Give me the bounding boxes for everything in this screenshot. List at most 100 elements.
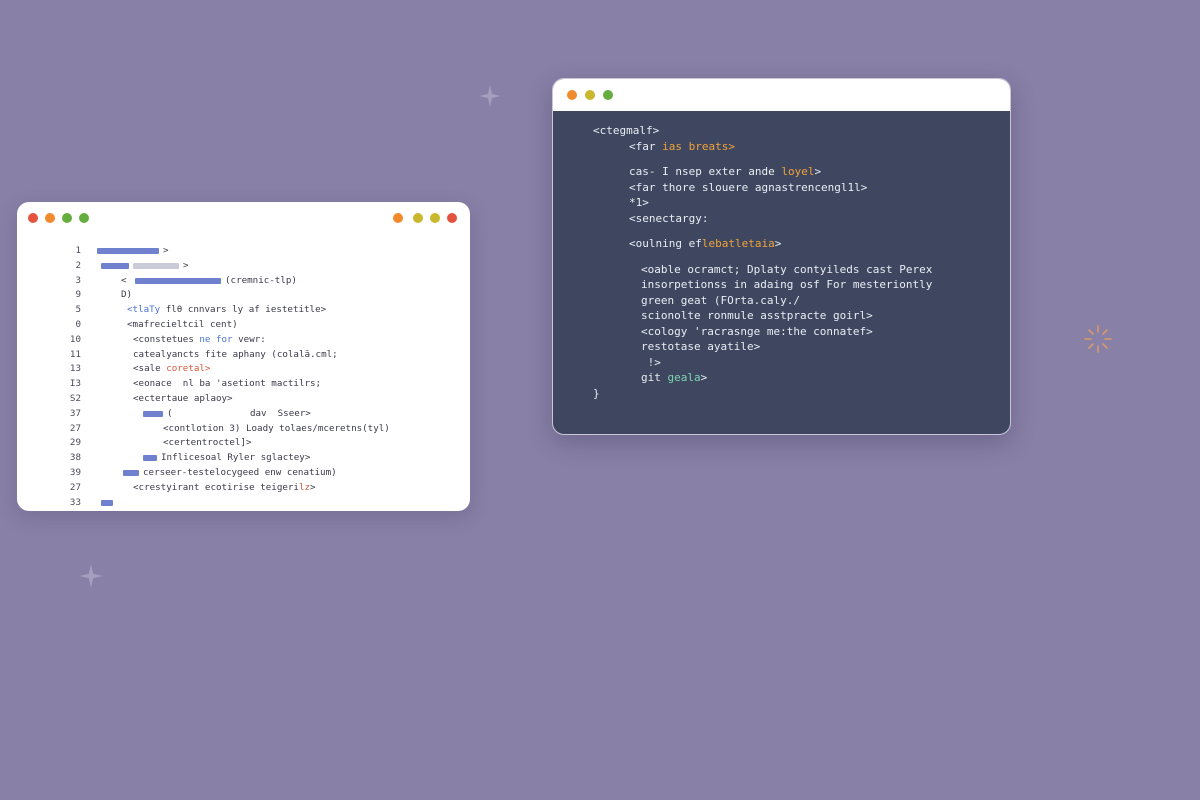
code-token: > [700, 371, 708, 384]
extra-dot-icon[interactable] [79, 213, 89, 223]
code-line: cas- I nsep exter ande loyel> [553, 164, 1010, 180]
redacted-code-bar [135, 277, 221, 284]
settings-badge-icon[interactable] [393, 213, 403, 223]
code-token: > [310, 481, 316, 493]
light-code-window: 1 >2 >3 < (cremnic-tlp) 9 D) 5 <tlaTy flθ cnnvar… [17, 202, 470, 511]
line-number: 13 [69, 363, 81, 375]
code-token-highlight: ygeed [231, 466, 260, 478]
code-token: scionolte ronmule asstpracte goirl> [641, 309, 873, 322]
code-text: (cremnic-tlp) [225, 274, 297, 289]
code-token: D) [121, 289, 133, 301]
code-token: git [641, 371, 668, 384]
code-text: > [163, 244, 169, 259]
code-token: ef [688, 237, 702, 250]
code-line: <far ias breats> [553, 139, 1010, 155]
code-token-highlight: ias breats> [662, 139, 735, 153]
line-number: 27 [69, 481, 81, 493]
code-token-highlight: lz [298, 481, 311, 493]
yellow-dot-icon[interactable] [430, 213, 440, 223]
line-number: S2 [69, 392, 81, 404]
code-line: 38 Inflicesoal Ryler sglactey> [17, 451, 470, 466]
code-token: (cremnic-tlp) [225, 274, 297, 286]
code-token: <mafrecieltcil cent) [127, 318, 238, 330]
code-token: insorpetionss in adaing osf For mesterio… [641, 278, 933, 291]
code-token: < [121, 274, 127, 286]
code-token: !> [641, 355, 661, 369]
code-line: <senectargy: [553, 211, 1010, 227]
code-text: <sale coretal> [133, 362, 210, 377]
code-line: 10 <constetues ne for vewr: [17, 333, 470, 348]
code-line: scionolte ronmule asstpracte goirl> [553, 308, 1010, 324]
dark-window-titlebar [553, 79, 1010, 111]
red-dot-icon[interactable] [447, 213, 457, 223]
code-token: cerseer-testeloc [143, 466, 232, 478]
code-line: 33 [17, 496, 470, 511]
code-token: vewr: [232, 333, 266, 345]
code-line: 0 <mafrecieltcil cent) [17, 318, 470, 333]
redacted-code-bar [143, 455, 157, 462]
code-token: <certentroctel]> [163, 437, 252, 449]
sparkle-icon [79, 564, 103, 588]
code-token: <contlotion 3) Loady tolaes/mceretns(tyl… [163, 422, 390, 434]
code-line: insorpetionss in adaing osf For mesterio… [553, 277, 1010, 293]
code-line: 27 <crestyirant ecotirise teigerilz> [17, 481, 470, 496]
code-line: 5 <tlaTy flθ cnnvars ly af iestetitle> [17, 303, 470, 318]
code-text: > [183, 259, 189, 274]
close-dot-icon[interactable] [28, 213, 38, 223]
code-line: <cology 'racrasnge me:the connatef> [553, 324, 1010, 340]
code-token: catealyancts fite aphany (colalā.cml; [133, 348, 338, 360]
code-token-highlight: flθ cnnvars ly af iestetitle> [160, 304, 327, 316]
code-line: 13 <sale coretal> [17, 362, 470, 377]
code-token: <crestyirant ecotirise teigeri [133, 481, 299, 493]
maximize-dot-icon[interactable] [603, 90, 613, 100]
yellow-dot-icon[interactable] [413, 213, 423, 223]
code-text: <contlotion 3) Loady tolaes/mceretns(tyl… [163, 422, 390, 437]
close-dot-icon[interactable] [567, 90, 577, 100]
light-code-body: 1 >2 >3 < (cremnic-tlp) 9 D) 5 <tlaTy flθ cnnvar… [17, 244, 470, 510]
line-number: 9 [75, 289, 81, 301]
code-line: restotase ayatile> [553, 339, 1010, 355]
code-text: <constetues ne for vewr: [133, 333, 266, 348]
code-text: <tlaTy flθ cnnvars ly af iestetitle> [127, 303, 326, 318]
code-token: > [183, 259, 189, 271]
code-line: I3 <eonace nl ba 'asetiont mactilrs; [17, 377, 470, 392]
line-number: 27 [69, 422, 81, 434]
code-text: <eonace nl ba 'asetiont mactilrs; [133, 377, 321, 392]
dark-code-body: <ctegmalf> <far ias breats> cas- I nsep ex… [553, 123, 1010, 401]
line-number: 5 [75, 304, 81, 316]
code-token-highlight: lebatletaia [701, 237, 775, 250]
code-token: <tlaTy [127, 304, 161, 316]
code-line: 9 D) [17, 288, 470, 303]
code-token: <oulning [629, 237, 689, 250]
code-text: catealyancts fite aphany (colalā.cml; [133, 348, 338, 363]
redacted-code-bar [133, 262, 179, 269]
code-text: <certentroctel]> [163, 436, 252, 451]
code-text: cerseer-testelocygeed enw cenatium) [143, 466, 337, 481]
code-line: 37 ( dav Sseer> [17, 407, 470, 422]
code-token: cas- I nsep exter ande [629, 165, 782, 178]
line-number: I3 [69, 378, 81, 390]
code-text: <ectertaue aplaoy> [133, 392, 233, 407]
code-text: D) [121, 288, 132, 303]
minimize-dot-icon[interactable] [45, 213, 55, 223]
code-token: <ctegmalf> [593, 124, 660, 137]
code-token: restotase ayatile> [641, 340, 761, 353]
minimize-dot-icon[interactable] [585, 90, 595, 100]
code-line: 3 < (cremnic-tlp) [17, 274, 470, 289]
code-line: 39 cerseer-testelocygeed enw cenatium) [17, 466, 470, 481]
code-text: Inflicesoal Ryler sglactey> [161, 451, 310, 466]
maximize-dot-icon[interactable] [62, 213, 72, 223]
code-token: enw cenatium) [259, 466, 337, 478]
burst-icon [1084, 325, 1112, 353]
code-token-highlight: loyel [781, 165, 815, 178]
code-line: 2 > [17, 259, 470, 274]
redacted-code-bar [123, 469, 139, 476]
code-text: <crestyirant ecotirise teigerilz> [133, 481, 316, 496]
code-token-highlight: ne for [193, 333, 233, 345]
code-token: <ectertaue aplaoy> [133, 392, 233, 404]
code-line: 1 > [17, 244, 470, 259]
code-token-highlight: coretal> [160, 363, 211, 375]
